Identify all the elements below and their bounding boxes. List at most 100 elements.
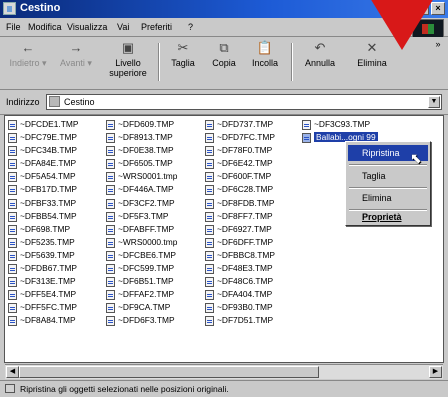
file-item[interactable]: ~DF8A84.TMP <box>7 314 103 327</box>
file-item[interactable]: ~DF6505.TMP <box>105 157 201 170</box>
file-item[interactable]: ~DFD7FC.TMP <box>204 131 300 144</box>
file-item[interactable]: ~DFC79E.TMP <box>7 131 103 144</box>
file-icon <box>106 159 115 170</box>
recycle-bin-icon <box>3 2 16 15</box>
file-icon <box>106 303 115 314</box>
file-column: ~DF3C93.TMP Ballabi...ogni 99 <box>301 118 397 144</box>
scroll-right-button[interactable]: ▶ <box>429 366 442 378</box>
file-item[interactable]: ~DFFAF2.TMP <box>105 288 201 301</box>
undo-icon: ↶ <box>314 40 326 55</box>
menu-visualizza[interactable]: Visualizza <box>67 22 107 32</box>
context-properties[interactable]: Proprietà <box>348 209 428 225</box>
file-item[interactable]: ~DFABFF.TMP <box>105 223 201 236</box>
cut-button[interactable]: ✂ Taglia <box>164 40 202 69</box>
file-item[interactable]: ~DF7D51.TMP <box>204 314 300 327</box>
file-item[interactable]: ~DFC34B.TMP <box>7 144 103 157</box>
file-item[interactable]: ~DFB17D.TMP <box>7 183 103 196</box>
scroll-left-button[interactable]: ◀ <box>6 366 19 378</box>
file-icon <box>106 146 115 157</box>
forward-button[interactable]: → Avanti ▾ <box>58 41 94 69</box>
file-item[interactable]: ~DFF5FC.TMP <box>7 301 103 314</box>
file-icon <box>8 120 17 130</box>
address-label: Indirizzo <box>6 97 40 107</box>
menu-preferiti[interactable]: Preferiti <box>141 22 172 32</box>
file-icon <box>8 264 17 275</box>
menu-modifica[interactable]: Modifica <box>28 22 62 32</box>
file-icon <box>8 211 17 222</box>
file-item[interactable]: ~DFCDE1.TMP <box>7 118 103 131</box>
file-column: ~DFD737.TMP ~DFD7FC.TMP ~DF78F0.TMP ~DF6E42… <box>204 118 300 328</box>
file-item[interactable]: ~DF78F0.TMP <box>204 144 300 157</box>
address-bar: Indirizzo Cestino ▼ <box>0 90 448 115</box>
copy-button[interactable]: ⧉ Copia <box>206 41 242 69</box>
file-item[interactable]: ~DF446A.TMP <box>105 183 201 196</box>
file-item[interactable]: ~DF6B51.TMP <box>105 275 201 288</box>
file-icon <box>205 264 214 275</box>
file-item[interactable]: ~DF9CA.TMP <box>105 301 201 314</box>
back-button[interactable]: ← Indietro ▾ <box>8 41 48 69</box>
file-icon <box>205 172 214 183</box>
file-icon <box>106 316 115 327</box>
menu-file[interactable]: File <box>6 22 21 32</box>
file-item[interactable]: ~DF0E38.TMP <box>105 144 201 157</box>
file-item[interactable]: ~DFA84E.TMP <box>7 157 103 170</box>
file-item[interactable]: ~DF8FF7.TMP <box>204 210 300 223</box>
file-item[interactable]: ~DF5F3.TMP <box>105 210 201 223</box>
menu-vai[interactable]: Vai <box>117 22 129 32</box>
address-dropdown-button[interactable]: ▼ <box>428 96 440 108</box>
file-item[interactable]: ~DF48C6.TMP <box>204 275 300 288</box>
file-item[interactable]: ~WRS0001.tmp <box>105 170 201 183</box>
forward-arrow-icon: → <box>69 40 83 55</box>
menu-help[interactable]: ? <box>188 22 193 32</box>
file-item[interactable]: ~DF6DFF.TMP <box>204 236 300 249</box>
folder-up-icon: ▣ <box>121 40 135 55</box>
file-item[interactable]: ~DFD6F3.TMP <box>105 314 201 327</box>
file-item[interactable]: ~DF3C93.TMP <box>301 118 397 131</box>
file-item[interactable]: ~DFCBE6.TMP <box>105 249 201 262</box>
file-item[interactable]: ~DF6C28.TMP <box>204 183 300 196</box>
file-icon <box>8 303 17 314</box>
file-item[interactable]: ~DF93B0.TMP <box>204 301 300 314</box>
address-input[interactable]: Cestino ▼ <box>46 94 442 110</box>
file-item[interactable]: ~DF6E42.TMP <box>204 157 300 170</box>
file-item[interactable]: ~DFBBC8.TMP <box>204 249 300 262</box>
file-icon <box>205 290 214 301</box>
file-item[interactable]: ~DF48E3.TMP <box>204 262 300 275</box>
file-item[interactable]: ~DFD609.TMP <box>105 118 201 131</box>
file-item[interactable]: ~DF5639.TMP <box>7 249 103 262</box>
file-item[interactable]: ~DFDB67.TMP <box>7 262 103 275</box>
context-delete[interactable]: Elimina <box>348 190 428 206</box>
file-item[interactable]: ~DF6927.TMP <box>204 223 300 236</box>
horizontal-scrollbar[interactable]: ◀ ▶ <box>5 364 443 379</box>
file-item[interactable]: ~DF8FDB.TMP <box>204 197 300 210</box>
file-icon <box>8 277 17 288</box>
undo-button[interactable]: ↶ Annulla <box>298 40 342 69</box>
file-icon <box>106 172 115 183</box>
file-item[interactable]: ~DFA404.TMP <box>204 288 300 301</box>
file-item[interactable]: ~DFF5E4.TMP <box>7 288 103 301</box>
file-item[interactable]: ~DF5235.TMP <box>7 236 103 249</box>
status-icon <box>5 384 15 393</box>
file-item[interactable]: ~DF600F.TMP <box>204 170 300 183</box>
file-icon <box>205 133 214 144</box>
file-item[interactable]: ~DF3CF2.TMP <box>105 197 201 210</box>
file-item[interactable]: ~DFC599.TMP <box>105 262 201 275</box>
scissors-icon: ✂ <box>177 40 189 55</box>
file-item[interactable]: ~DFBF33.TMP <box>7 197 103 210</box>
status-text: Ripristina gli oggetti selezionati nelle… <box>20 384 229 394</box>
file-item[interactable]: ~WRS0000.tmp <box>105 236 201 249</box>
paste-button[interactable]: 📋 Incolla <box>245 41 285 69</box>
context-cut[interactable]: Taglia <box>348 168 428 184</box>
file-item[interactable]: ~DF313E.TMP <box>7 275 103 288</box>
file-icon <box>205 303 214 314</box>
scrollbar-thumb[interactable] <box>19 366 319 378</box>
file-item[interactable]: ~DF698.TMP <box>7 223 103 236</box>
file-icon <box>205 120 214 130</box>
file-icon <box>106 237 115 248</box>
file-icon <box>205 211 214 222</box>
file-item[interactable]: ~DF8913.TMP <box>105 131 201 144</box>
file-item[interactable]: ~DFBB54.TMP <box>7 210 103 223</box>
file-item[interactable]: ~DFD737.TMP <box>204 118 300 131</box>
file-item[interactable]: ~DF5A54.TMP <box>7 170 103 183</box>
up-level-button[interactable]: ▣ Livello superiore <box>104 40 152 79</box>
